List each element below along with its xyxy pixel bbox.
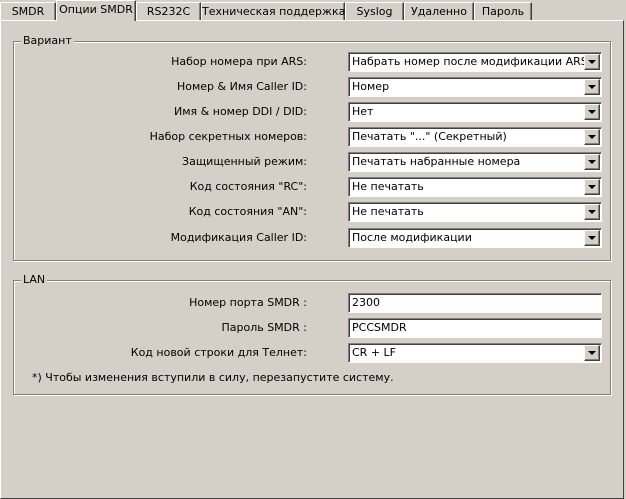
an-code-label: Код состояния "AN": [188,205,307,218]
ars-dial-value: Набрать номер после модификации ARS [352,55,588,68]
secret-numbers-select[interactable]: Печатать "..." (Секретный) [348,127,602,147]
restart-note: *) Чтобы изменения вступили в силу, пере… [32,371,394,384]
ddi-did-label: Имя & номер DDI / DID: [174,105,307,118]
caller-id-mod-dropdown-button[interactable] [584,230,600,246]
caller-id-mod-select[interactable]: После модификации [348,228,602,248]
ars-dial-select[interactable]: Набрать номер после модификации ARS [348,52,602,72]
protected-mode-label: Защищенный режим: [182,155,307,168]
rc-code-value: Не печатать [352,180,424,193]
smdr-password-field[interactable]: PCCSMDR [348,318,602,338]
tab-remote[interactable]: Удаленно [404,2,474,21]
telnet-newline-dropdown-button[interactable] [584,345,600,361]
chevron-down-icon [588,351,596,355]
an-code-dropdown-button[interactable] [584,204,600,220]
chevron-down-icon [588,60,596,64]
chevron-down-icon [588,85,596,89]
secret-numbers-value: Печатать "..." (Секретный) [352,130,507,143]
caller-id-label: Номер & Имя Caller ID: [176,80,307,93]
caller-id-mod-label: Модификация Caller ID: [170,231,307,244]
lan-group-title: LAN [21,273,48,287]
ars-dial-label: Набор номера при ARS: [171,55,307,68]
ars-dial-dropdown-button[interactable] [584,54,600,70]
chevron-down-icon [588,185,596,189]
smdr-port-value: 2300 [352,296,380,309]
ddi-did-value: Нет [352,105,374,118]
rc-code-dropdown-button[interactable] [584,179,600,195]
caller-id-select[interactable]: Номер [348,77,602,97]
smdr-port-label: Номер порта SMDR : [189,296,307,309]
tab-bar: SMDR Опции SMDR RS232C Техническая подде… [0,0,626,21]
variant-group-title: Вариант [21,34,74,48]
smdr-password-label: Пароль SMDR : [221,321,307,334]
ddi-did-select[interactable]: Нет [348,102,602,122]
smdr-password-value: PCCSMDR [352,321,407,334]
rc-code-label: Код состояния "RC": [189,180,307,193]
tab-rs232c[interactable]: RS232C [136,2,201,21]
caller-id-value: Номер [352,80,390,93]
an-code-select[interactable]: Не печатать [348,202,602,222]
lan-group: LAN Номер порта SMDR : 2300 Пароль SMDR … [13,273,611,395]
tab-panel: Вариант Набор номера при ARS: Набрать но… [0,20,624,499]
tab-smdr[interactable]: SMDR [0,2,56,21]
protected-mode-value: Печатать набранные номера [352,155,521,168]
telnet-newline-select[interactable]: CR + LF [348,343,602,363]
ddi-did-dropdown-button[interactable] [584,104,600,120]
protected-mode-select[interactable]: Печатать набранные номера [348,152,602,172]
tab-tech-support[interactable]: Техническая поддержка [201,2,345,21]
secret-numbers-dropdown-button[interactable] [584,129,600,145]
an-code-value: Не печатать [352,205,424,218]
chevron-down-icon [588,210,596,214]
tab-smdr-options[interactable]: Опции SMDR [56,0,136,21]
tab-password[interactable]: Пароль [474,2,532,21]
chevron-down-icon [588,160,596,164]
rc-code-select[interactable]: Не печатать [348,177,602,197]
telnet-newline-value: CR + LF [352,346,396,359]
chevron-down-icon [588,135,596,139]
telnet-newline-label: Код новой строки для Телнет: [130,346,307,359]
tab-syslog[interactable]: Syslog [345,2,404,21]
caller-id-mod-value: После модификации [352,231,472,244]
chevron-down-icon [588,236,596,240]
variant-group: Вариант Набор номера при ARS: Набрать но… [13,34,611,261]
caller-id-dropdown-button[interactable] [584,79,600,95]
smdr-port-field[interactable]: 2300 [348,293,602,313]
secret-numbers-label: Набор секретных номеров: [149,130,307,143]
protected-mode-dropdown-button[interactable] [584,154,600,170]
chevron-down-icon [588,110,596,114]
